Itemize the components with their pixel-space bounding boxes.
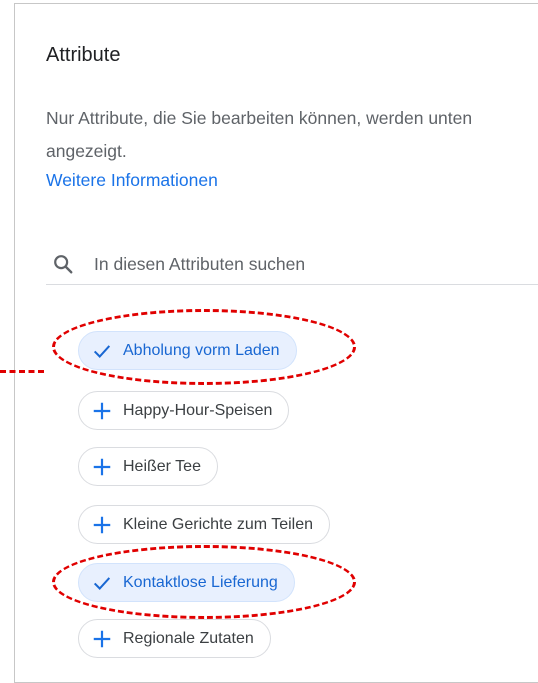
panel-description: Nur Attribute, die Sie bearbeiten können…: [46, 108, 473, 161]
attribute-chip-kontaktlose-lieferung[interactable]: Kontaktlose Lieferung: [78, 563, 295, 602]
plus-icon: [93, 516, 111, 533]
plus-icon: [93, 630, 111, 647]
attribute-chip-abholung-vorm-laden[interactable]: Abholung vorm Laden: [78, 331, 297, 370]
search-bar: [46, 245, 538, 285]
plus-icon: [93, 402, 111, 419]
attribute-chip-label: Kontaktlose Lieferung: [123, 573, 278, 591]
attribute-chip-label: Kleine Gerichte zum Teilen: [123, 515, 314, 533]
check-icon: [93, 344, 111, 358]
attribute-chip-label: Abholung vorm Laden: [123, 341, 280, 359]
plus-icon: [93, 458, 111, 475]
attribute-chip-label: Regionale Zutaten: [123, 629, 254, 647]
attribute-chip-kleine-gerichte-zum-teilen[interactable]: Kleine Gerichte zum Teilen: [78, 505, 331, 544]
highlight-connector-line: [0, 370, 44, 373]
check-icon: [93, 576, 111, 590]
attribute-chip-heisser-tee[interactable]: Heißer Tee: [78, 447, 218, 486]
search-icon: [54, 255, 73, 274]
search-input[interactable]: [94, 247, 514, 281]
attribute-chip-regionale-zutaten[interactable]: Regionale Zutaten: [78, 619, 271, 658]
learn-more-link[interactable]: Weitere Informationen: [46, 167, 218, 193]
attribute-chip-happy-hour-speisen[interactable]: Happy-Hour-Speisen: [78, 391, 290, 430]
attribute-chip-label: Happy-Hour-Speisen: [123, 401, 273, 419]
panel-title: Attribute: [46, 44, 121, 66]
attribute-chip-label: Heißer Tee: [123, 457, 201, 475]
